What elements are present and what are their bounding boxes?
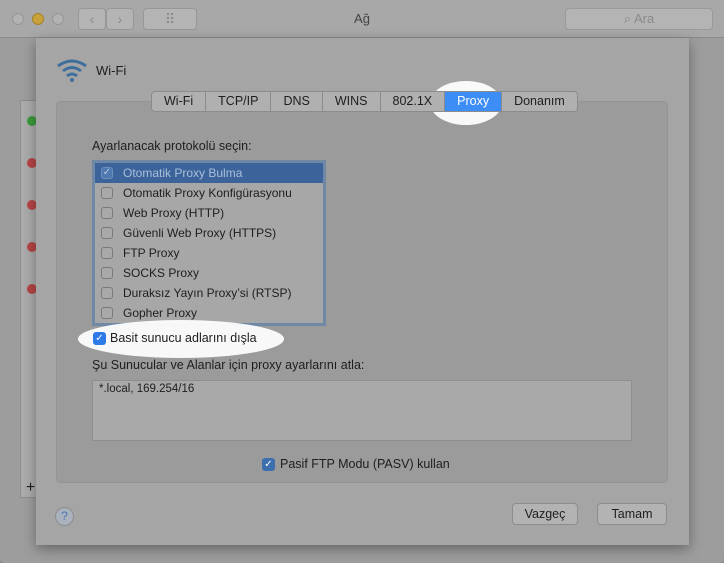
checkbox[interactable] [101, 247, 113, 259]
protocol-item[interactable]: FTP Proxy [95, 243, 323, 263]
tab-wifi[interactable]: Wi-Fi [152, 92, 207, 111]
tab-8021x[interactable]: 802.1X [381, 92, 446, 111]
checkbox[interactable] [101, 187, 113, 199]
protocol-item[interactable]: ✓ Otomatik Proxy Bulma [95, 163, 323, 183]
search-input[interactable]: ⌕ Ara [565, 8, 713, 30]
protocol-label-text: Web Proxy (HTTP) [123, 206, 225, 220]
protocol-label-text: Gopher Proxy [123, 306, 198, 320]
exclude-simple-checkbox[interactable]: ✓ [93, 332, 106, 345]
tab-wins[interactable]: WINS [323, 92, 381, 111]
search-icon: ⌕ [623, 11, 634, 26]
protocol-list[interactable]: ✓ Otomatik Proxy Bulma Otomatik Proxy Kon… [92, 160, 326, 326]
tab-tcpip[interactable]: TCP/IP [206, 92, 272, 111]
protocol-item[interactable]: Web Proxy (HTTP) [95, 203, 323, 223]
protocol-label-text: FTP Proxy [123, 246, 180, 260]
protocol-item[interactable]: Duraksız Yayın Proxy’si (RTSP) [95, 283, 323, 303]
protocol-label: Ayarlanacak protokolü seçin: [92, 139, 252, 153]
service-name: Wi-Fi [96, 63, 127, 78]
bypass-label: Şu Sunucular ve Alanlar için proxy ayarl… [92, 358, 365, 372]
exclude-simple-label: Basit sunucu adlarını dışla [110, 331, 257, 345]
checkbox[interactable] [101, 287, 113, 299]
advanced-sheet: Wi-Fi Wi-Fi TCP/IP DNS WINS 802.1X Proxy… [36, 38, 689, 545]
title-bar: ‹ › ⠿ Ağ ⌕ Ara [0, 0, 724, 38]
passive-ftp-label: Pasif FTP Modu (PASV) kullan [280, 457, 450, 471]
tab-proxy[interactable]: Proxy [445, 92, 503, 111]
wifi-icon [57, 59, 87, 82]
tab-bar: Wi-Fi TCP/IP DNS WINS 802.1X Proxy Donan… [151, 91, 578, 112]
protocol-item[interactable]: SOCKS Proxy [95, 263, 323, 283]
protocol-label-text: Otomatik Proxy Konfigürasyonu [123, 186, 292, 200]
protocol-item[interactable]: Güvenli Web Proxy (HTTPS) [95, 223, 323, 243]
tab-dns[interactable]: DNS [271, 92, 323, 111]
ok-button[interactable]: Tamam [597, 503, 667, 525]
protocol-label-text: Güvenli Web Proxy (HTTPS) [123, 226, 277, 240]
checkbox[interactable]: ✓ [101, 167, 113, 179]
help-button[interactable]: ? [55, 507, 74, 526]
protocol-label-text: Otomatik Proxy Bulma [123, 166, 243, 180]
bypass-textarea[interactable]: *.local, 169.254/16 [92, 380, 632, 441]
checkbox[interactable] [101, 227, 113, 239]
checkbox[interactable] [101, 207, 113, 219]
cancel-button[interactable]: Vazgeç [512, 503, 578, 525]
tab-hardware[interactable]: Donanım [502, 92, 577, 111]
protocol-label-text: Duraksız Yayın Proxy’si (RTSP) [123, 286, 292, 300]
passive-ftp-checkbox[interactable]: ✓ [262, 458, 275, 471]
checkbox[interactable] [101, 267, 113, 279]
protocol-label-text: SOCKS Proxy [123, 266, 200, 280]
search-placeholder: Ara [633, 11, 655, 26]
protocol-item[interactable]: Otomatik Proxy Konfigürasyonu [95, 183, 323, 203]
checkbox[interactable] [101, 307, 113, 319]
